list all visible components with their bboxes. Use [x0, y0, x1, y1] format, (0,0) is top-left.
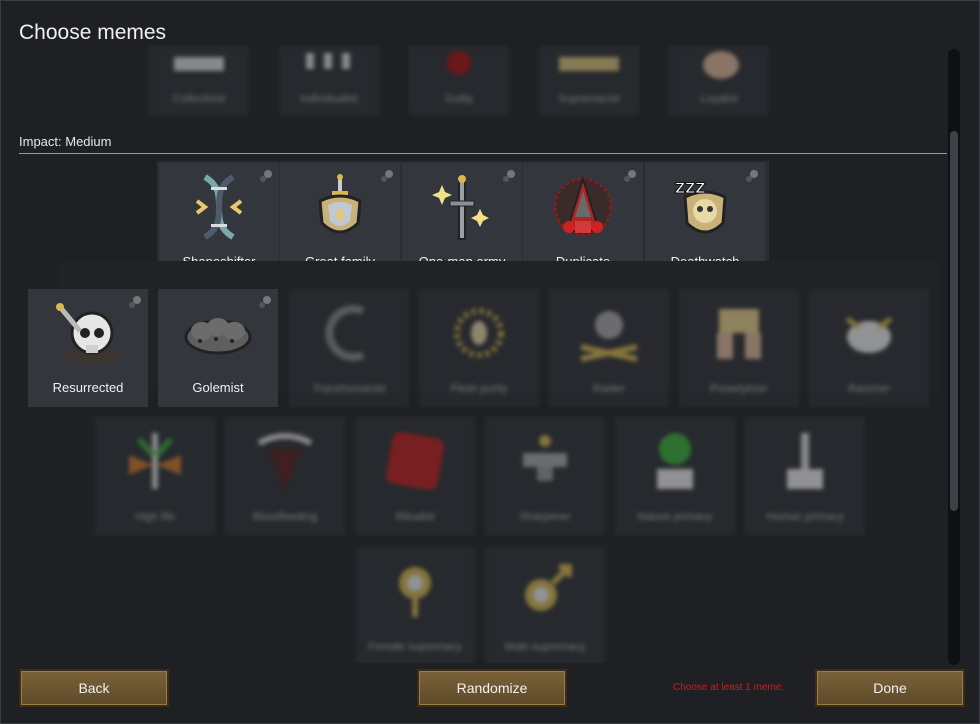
skull-sword-icon	[56, 303, 122, 365]
scrollbar-thumb[interactable]	[950, 131, 958, 511]
meme-card[interactable]: Guilty	[409, 45, 509, 115]
meme-label: Proselytizer	[710, 383, 768, 395]
meme-scroll-area[interactable]: Collectivist Individualist Guilty Suprem…	[19, 45, 947, 663]
dialog-title: Choose memes	[19, 21, 167, 44]
golem-icon	[184, 318, 252, 355]
section-divider	[19, 153, 947, 154]
meme-card[interactable]: Bloodfeeding	[225, 417, 345, 535]
collectivist-icon	[174, 57, 224, 71]
meme-card[interactable]: Female supremacy	[355, 547, 475, 663]
red-dice-icon	[386, 432, 444, 490]
meme-card[interactable]: Transhumanist	[289, 289, 409, 407]
info-icon[interactable]	[259, 169, 273, 183]
meme-label: Nature primacy	[637, 511, 713, 523]
skull-bones-icon	[580, 311, 638, 362]
family-crest-icon	[318, 174, 362, 234]
meme-card[interactable]: Rancher	[809, 289, 929, 407]
supremacist-icon	[559, 57, 619, 71]
meme-label: Collectivist	[172, 93, 226, 105]
leaf-icon	[129, 433, 181, 489]
individualist-icon	[306, 53, 350, 69]
meme-card[interactable]: Supremacist	[539, 45, 639, 115]
tower-pot-icon	[787, 433, 823, 489]
choose-memes-dialog: Choose memes Collectivist Individualist …	[0, 0, 980, 724]
meme-card[interactable]: Nature primacy	[615, 417, 735, 535]
meme-label: High life	[135, 511, 175, 523]
meme-label: Resurrected	[52, 380, 124, 395]
meme-label: Ritualist	[395, 511, 435, 523]
svg-text:ZZZ: ZZZ	[675, 181, 705, 197]
sword-stars-icon	[432, 175, 489, 240]
info-icon[interactable]	[623, 169, 637, 183]
meme-label: Loyalist	[700, 93, 738, 105]
meme-label: Golemist	[192, 380, 244, 395]
meme-label: Bloodfeeding	[252, 511, 318, 523]
sleeping-skull-icon: ZZZ	[675, 181, 727, 234]
meme-card[interactable]: Proselytizer	[679, 289, 799, 407]
meme-card[interactable]: Individualist	[279, 45, 379, 115]
meme-card[interactable]: High life	[95, 417, 215, 535]
meme-label: Supremacist	[558, 93, 620, 105]
meme-label: Flesh purity	[450, 383, 508, 395]
meme-card[interactable]: Flesh purity	[419, 289, 539, 407]
meme-label: Female supremacy	[368, 641, 462, 653]
randomize-button[interactable]: Randomize	[417, 669, 567, 707]
guilty-icon	[447, 51, 471, 75]
anvil-icon	[523, 435, 567, 481]
meme-card-golemist[interactable]: Golemist	[158, 289, 278, 407]
meme-label: Transhumanist	[312, 383, 386, 395]
info-icon[interactable]	[258, 295, 272, 309]
tree-pot-icon	[657, 433, 693, 489]
sun-flesh-icon	[454, 308, 504, 358]
fangs-icon	[257, 433, 313, 491]
meme-card[interactable]: Male supremacy	[485, 547, 605, 663]
loyalist-icon	[703, 51, 739, 79]
meme-label: Rancher	[848, 383, 890, 395]
female-symbol-icon	[399, 567, 431, 617]
dna-icon	[195, 174, 243, 240]
info-icon[interactable]	[128, 295, 142, 309]
male-symbol-icon	[525, 564, 572, 611]
meme-label: Human primacy	[766, 511, 844, 523]
done-button[interactable]: Done	[815, 669, 965, 707]
meme-label: Sharpener	[519, 511, 571, 523]
warning-text: Choose at least 1 meme.	[673, 682, 785, 693]
meme-card[interactable]: Collectivist	[149, 45, 249, 115]
meme-card[interactable]: Loyalist	[669, 45, 769, 115]
meme-label: Raider	[592, 383, 626, 395]
meme-card[interactable]: Human primacy	[745, 417, 865, 535]
cow-icon	[845, 316, 893, 353]
info-icon[interactable]	[502, 169, 516, 183]
meme-card-resurrected[interactable]: Resurrected	[28, 289, 148, 407]
duplicate-icon	[553, 175, 613, 237]
impact-medium-label: Impact: Medium	[19, 134, 112, 149]
book-hands-icon	[717, 309, 761, 359]
cyber-arm-icon	[325, 305, 365, 361]
meme-label: Guilty	[444, 93, 474, 105]
meme-card[interactable]: Raider	[549, 289, 669, 407]
meme-card[interactable]: Ritualist	[355, 417, 475, 535]
info-icon[interactable]	[745, 169, 759, 183]
back-button[interactable]: Back	[19, 669, 169, 707]
meme-card[interactable]: Sharpener	[485, 417, 605, 535]
meme-label: Individualist	[300, 93, 358, 105]
meme-label: Male supremacy	[504, 641, 586, 653]
info-icon[interactable]	[380, 169, 394, 183]
